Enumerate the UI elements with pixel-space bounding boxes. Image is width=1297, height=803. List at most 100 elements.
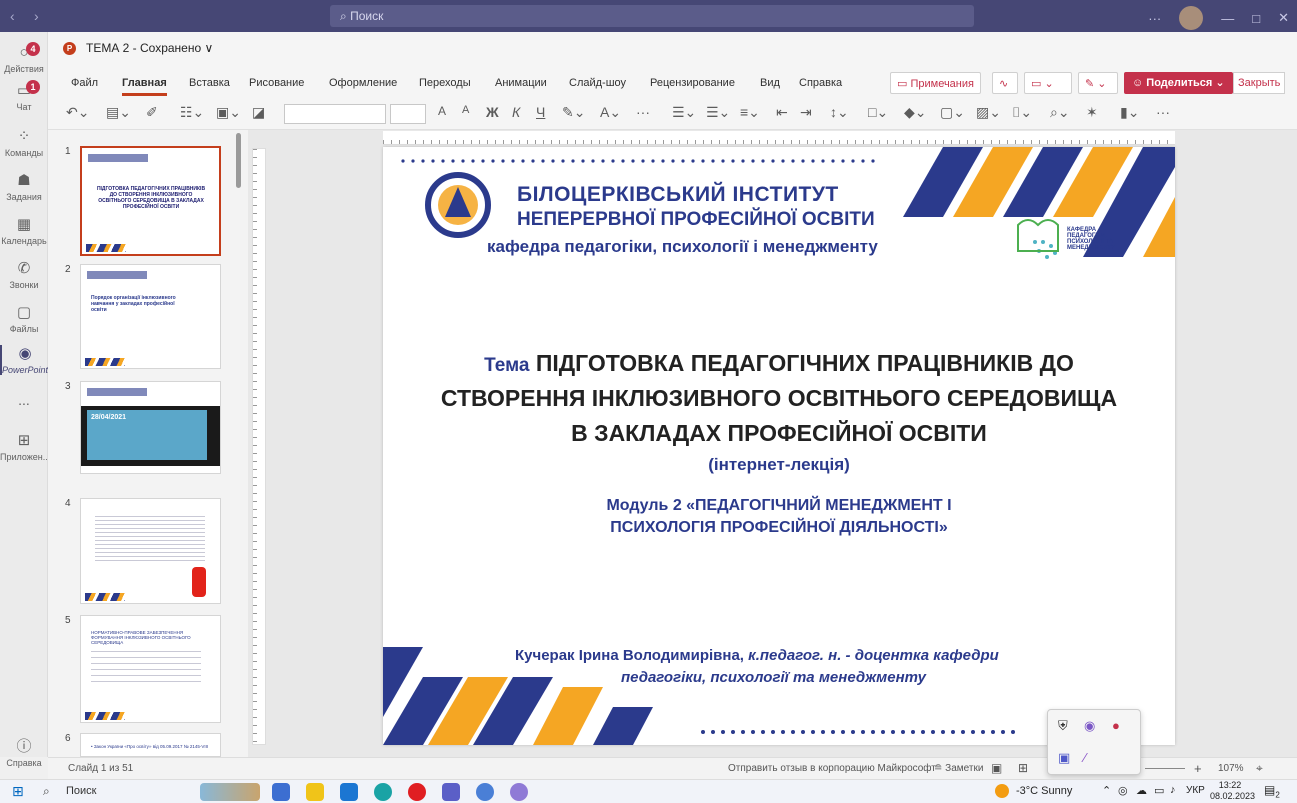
slide-thumbnail-4[interactable] bbox=[80, 498, 221, 604]
editing-mode-button[interactable]: ✎ ⌄ bbox=[1078, 72, 1118, 94]
increase-indent-icon[interactable]: ⇥ bbox=[800, 104, 812, 121]
fit-slide-icon[interactable]: ⌖ bbox=[1256, 761, 1263, 776]
rail-activity[interactable]: ○ 4 Действия bbox=[0, 42, 48, 74]
taskbar-search[interactable]: Поиск bbox=[66, 785, 96, 797]
more-font-options[interactable]: ··· bbox=[636, 104, 650, 120]
slide-thumbnail-1[interactable]: ПІДГОТОВКА ПЕДАГОГІЧНИХ ПРАЦІВНИКІВ ДО С… bbox=[80, 146, 221, 256]
slide-thumbnail-3[interactable]: 28/04/2021 bbox=[80, 381, 221, 474]
tab-transitions[interactable]: Переходы bbox=[419, 77, 471, 89]
present-button[interactable]: ▭ ⌄ bbox=[1024, 72, 1072, 94]
rail-assignments[interactable]: ☗ Задания bbox=[0, 172, 48, 202]
opera-icon[interactable] bbox=[408, 783, 426, 801]
teams-tray-icon[interactable]: ◉ bbox=[1084, 718, 1095, 734]
font-size-select[interactable] bbox=[390, 104, 426, 124]
cloud-icon[interactable]: ☁ bbox=[1136, 784, 1147, 797]
chrome-like-icon[interactable] bbox=[476, 783, 494, 801]
search-input[interactable]: ⌕ Поиск bbox=[330, 5, 974, 27]
shape-effects-icon[interactable]: ▨⌄ bbox=[976, 104, 1001, 121]
tab-file[interactable]: Файл bbox=[71, 77, 98, 89]
decrease-font-icon[interactable]: A bbox=[462, 104, 469, 116]
line-spacing-icon[interactable]: ↕⌄ bbox=[830, 104, 849, 121]
zoom-slider-track[interactable] bbox=[1145, 768, 1185, 769]
close-window-icon[interactable]: ✕ bbox=[1278, 10, 1289, 26]
taskbar-search-icon[interactable]: ⌕ bbox=[43, 784, 50, 799]
slide-thumbnail-5[interactable]: НОРМАТИВНО-ПРАВОВЕ ЗАБЕЗПЕЧЕННЯ ФОРМУВАН… bbox=[80, 615, 221, 723]
align-icon[interactable]: ≡⌄ bbox=[740, 104, 760, 121]
layout-icon[interactable]: ▣⌄ bbox=[216, 104, 241, 121]
tab-animations[interactable]: Анимации bbox=[495, 77, 547, 89]
tab-view[interactable]: Вид bbox=[760, 77, 780, 89]
bold-button[interactable]: Ж bbox=[486, 104, 499, 120]
notification-icon[interactable]: ▤2 bbox=[1264, 783, 1280, 799]
maximize-icon[interactable]: □ bbox=[1252, 11, 1260, 26]
language-indicator[interactable]: УКР bbox=[1186, 785, 1205, 796]
shape-fill-icon[interactable]: ◆⌄ bbox=[904, 104, 927, 121]
rail-more[interactable]: ... bbox=[0, 392, 48, 408]
rail-powerpoint[interactable]: ◉ PowerPoint bbox=[0, 345, 48, 375]
shapes-icon[interactable]: □⌄ bbox=[868, 104, 888, 121]
clock[interactable]: 13:22 08.02.2023 bbox=[1210, 780, 1255, 802]
minimize-icon[interactable]: — bbox=[1221, 11, 1234, 26]
windows-start-icon[interactable]: ⊞ bbox=[12, 783, 24, 800]
file-explorer-icon[interactable] bbox=[306, 783, 324, 801]
pen-tray-icon[interactable]: ∕ bbox=[1084, 750, 1086, 765]
numbering-icon[interactable]: ☰⌄ bbox=[706, 104, 730, 121]
rail-chat[interactable]: ▭ 1 Чат bbox=[0, 80, 48, 112]
catch-up-button[interactable]: ∿ bbox=[992, 72, 1018, 94]
format-painter-icon[interactable]: ✐ bbox=[146, 104, 158, 121]
weather-text[interactable]: -3°C Sunny bbox=[1016, 785, 1072, 797]
teams-taskbar-icon[interactable] bbox=[442, 783, 460, 801]
find-icon[interactable]: ⌕⌄ bbox=[1050, 104, 1070, 121]
forward-arrow-icon[interactable]: › bbox=[34, 8, 39, 24]
font-name-select[interactable] bbox=[284, 104, 386, 124]
browser-tray-icon[interactable]: ● bbox=[1112, 718, 1120, 733]
volume-icon[interactable]: ♪ bbox=[1170, 784, 1176, 796]
normal-view-icon[interactable]: ▣ bbox=[991, 761, 1002, 775]
share-button[interactable]: ☺ Поделиться ⌄ bbox=[1124, 72, 1233, 94]
thumbnail-scrollbar[interactable] bbox=[236, 133, 241, 188]
tab-review[interactable]: Рецензирование bbox=[650, 77, 735, 89]
more-options-icon[interactable]: ··· bbox=[1148, 11, 1161, 26]
tab-slideshow[interactable]: Слайд-шоу bbox=[569, 77, 626, 89]
slide-canvas[interactable]: БІЛОЦЕРКІВСЬКИЙ ІНСТИТУТ НЕПЕРЕРВНОЇ ПРО… bbox=[383, 147, 1175, 745]
tab-draw[interactable]: Рисование bbox=[249, 77, 304, 89]
notes-button[interactable]: ≘ Заметки bbox=[934, 763, 983, 774]
tab-help[interactable]: Справка bbox=[799, 77, 842, 89]
rail-files[interactable]: ▢ Файлы bbox=[0, 304, 48, 334]
document-title[interactable]: ТЕМА 2 - Сохранено ∨ bbox=[86, 41, 213, 55]
tab-design[interactable]: Оформление bbox=[329, 77, 397, 89]
increase-font-icon[interactable]: A bbox=[438, 104, 446, 118]
viber-icon[interactable] bbox=[510, 783, 528, 801]
slide-thumbnail-2[interactable]: Порядок організації інклюзивного навчанн… bbox=[80, 264, 221, 369]
task-view-icon[interactable] bbox=[272, 783, 290, 801]
feedback-link[interactable]: Отправить отзыв в корпорацию Майкрософт bbox=[728, 763, 936, 774]
italic-button[interactable]: К bbox=[512, 104, 520, 120]
sorter-view-icon[interactable]: ⊞ bbox=[1018, 761, 1028, 775]
bullets-icon[interactable]: ☰⌄ bbox=[672, 104, 696, 121]
shield-icon[interactable]: ⛨ bbox=[1058, 718, 1068, 734]
tab-home[interactable]: Главная bbox=[122, 77, 167, 96]
shape-outline-icon[interactable]: ▢⌄ bbox=[940, 104, 965, 121]
rail-calls[interactable]: ✆ Звонки bbox=[0, 260, 48, 290]
highlight-icon[interactable]: ✎⌄ bbox=[562, 104, 585, 121]
rail-teams[interactable]: ⁘ Команды bbox=[0, 128, 48, 158]
rail-calendar[interactable]: ▦ Календарь bbox=[0, 216, 48, 246]
zoom-level[interactable]: 107% bbox=[1218, 763, 1244, 774]
decrease-indent-icon[interactable]: ⇤ bbox=[776, 104, 788, 121]
rail-help[interactable]: ⓘ Справка bbox=[0, 738, 48, 768]
close-button[interactable]: Закрыть bbox=[1233, 72, 1286, 94]
teams-tray-icon-2[interactable]: ▣ bbox=[1058, 750, 1070, 766]
tray-chevron-icon[interactable]: ⌃ bbox=[1102, 784, 1111, 797]
new-slide-icon[interactable]: ☷⌄ bbox=[180, 104, 204, 121]
comments-button[interactable]: ▭ Примечания bbox=[890, 72, 981, 94]
back-arrow-icon[interactable]: ‹ bbox=[10, 8, 15, 24]
section-icon[interactable]: ◪ bbox=[252, 104, 265, 121]
dictate-icon[interactable]: ▮⌄ bbox=[1120, 104, 1139, 121]
tab-insert[interactable]: Вставка bbox=[189, 77, 230, 89]
font-color-icon[interactable]: A⌄ bbox=[600, 104, 621, 121]
mail-icon[interactable] bbox=[340, 783, 358, 801]
ribbon-more-options[interactable]: ··· bbox=[1156, 104, 1170, 120]
display-icon[interactable]: ▭ bbox=[1154, 784, 1164, 797]
network-icon[interactable]: ◎ bbox=[1118, 784, 1128, 797]
paste-icon[interactable]: ▤⌄ bbox=[106, 104, 131, 121]
